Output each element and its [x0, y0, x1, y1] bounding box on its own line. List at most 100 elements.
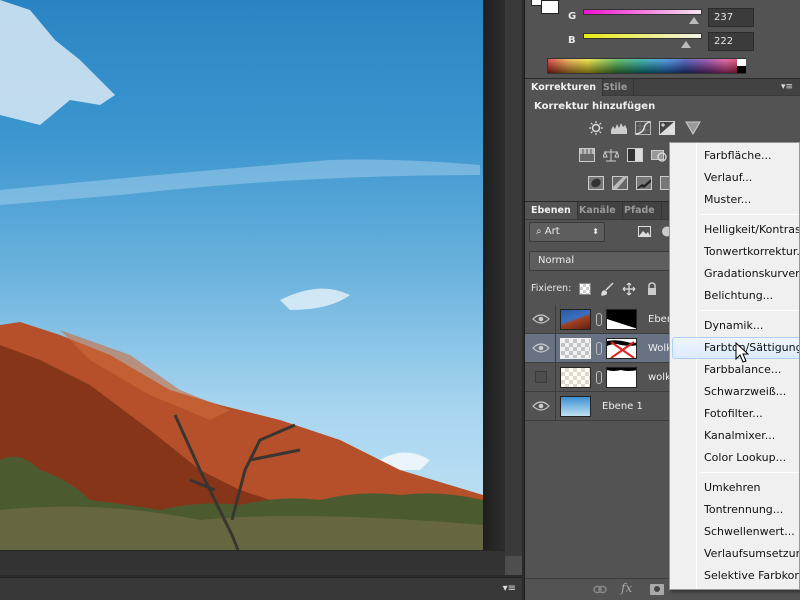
menu-item[interactable]: Schwarzweiß...	[672, 381, 799, 403]
layer-mask-thumbnail[interactable]	[606, 338, 637, 359]
menu-separator	[700, 214, 799, 215]
tab-ebenen[interactable]: Ebenen	[525, 202, 578, 219]
panel-menu-icon[interactable]: ▾≡	[781, 82, 793, 92]
fx-icon[interactable]: fx	[621, 581, 632, 595]
lock-move-icon[interactable]	[622, 282, 636, 296]
photo-filter-icon[interactable]	[651, 148, 667, 162]
eye-icon[interactable]	[530, 342, 552, 354]
menu-item[interactable]: Schwellenwert...	[672, 521, 799, 543]
tab-korrekturen[interactable]: Korrekturen	[525, 79, 604, 96]
stepper-icon: ⬍	[592, 227, 599, 236]
color-panel: G 237 B 222	[525, 0, 800, 78]
eye-icon[interactable]	[530, 313, 552, 325]
menu-item[interactable]: Farbfläche...	[672, 145, 799, 167]
lock-brush-icon[interactable]	[600, 282, 614, 296]
exposure-icon[interactable]	[659, 121, 675, 135]
menu-item[interactable]: Dynamik...	[672, 315, 799, 337]
eye-icon[interactable]	[530, 400, 552, 412]
menu-item[interactable]: Kanalmixer...	[672, 425, 799, 447]
link-icon[interactable]	[596, 313, 602, 326]
layer-thumbnail	[560, 309, 591, 330]
uluru-photo	[0, 0, 483, 550]
menu-item[interactable]: Belichtung...	[672, 285, 799, 307]
black-white-icon[interactable]	[627, 148, 643, 162]
brightness-contrast-icon[interactable]	[588, 121, 604, 135]
link-layers-icon[interactable]	[593, 585, 607, 594]
layers-footer: fx	[525, 578, 670, 600]
layer-name[interactable]: Ebene 1	[602, 392, 643, 421]
layer-thumbnail	[560, 396, 591, 417]
divider	[555, 305, 556, 334]
lock-all-icon[interactable]	[645, 282, 659, 296]
channel-value-b[interactable]: 222	[708, 32, 754, 51]
channel-label-b: B	[568, 35, 576, 46]
channel-value-g[interactable]: 237	[708, 8, 754, 27]
blend-mode-select[interactable]: Normal	[529, 251, 679, 271]
cloud	[280, 288, 350, 310]
layer-thumbnail	[560, 367, 591, 388]
menu-item[interactable]: Verlaufsumsetzung...	[672, 543, 799, 565]
link-icon[interactable]	[596, 342, 602, 355]
tab-pfade[interactable]: Pfade	[618, 202, 662, 219]
menu-item[interactable]: Umkehren	[672, 477, 799, 499]
threshold-icon[interactable]	[636, 176, 652, 190]
menu-separator	[700, 310, 799, 311]
layer-row[interactable]: Ebene 2	[525, 305, 689, 334]
menu-item[interactable]: Fotofilter...	[672, 403, 799, 425]
menu-item[interactable]: Muster...	[672, 189, 799, 211]
spectrum-black-white[interactable]	[737, 59, 746, 73]
panel-menu-icon[interactable]: ▾≡	[500, 584, 516, 594]
cloud	[0, 0, 115, 125]
layer-filter-kind-value: Art	[544, 226, 560, 237]
menu-item[interactable]: Tontrennung...	[672, 499, 799, 521]
canvas-shadow	[483, 0, 505, 560]
vertical-scrollbar-thumb[interactable]	[505, 556, 522, 575]
gradient-triangle-icon[interactable]	[685, 121, 701, 135]
layer-row[interactable]: wolken	[525, 363, 683, 392]
layer-row[interactable]: Ebene 1	[525, 392, 670, 421]
visibility-toggle-empty[interactable]	[535, 371, 547, 383]
layer-filter-kind-select[interactable]: ⌕ Art ⬍	[529, 222, 605, 242]
vibrance-icon[interactable]	[579, 148, 595, 162]
canvas-image[interactable]	[0, 0, 483, 550]
layer-row-selected[interactable]: Wolken	[525, 334, 684, 363]
channel-slider-g-thumb[interactable]	[689, 17, 699, 24]
filter-image-icon[interactable]	[638, 226, 651, 237]
channel-slider-b[interactable]	[583, 33, 702, 39]
mouse-cursor-icon	[735, 342, 750, 363]
divider	[555, 392, 556, 421]
document-canvas-area[interactable]	[0, 0, 522, 575]
bottom-panel-bar: ▾≡	[0, 577, 522, 600]
horizontal-scrollbar[interactable]	[0, 550, 505, 575]
color-balance-icon[interactable]	[603, 148, 619, 162]
color-spectrum[interactable]	[547, 58, 746, 74]
cloud-streak	[0, 159, 480, 205]
posterize-icon[interactable]	[612, 176, 628, 190]
divider	[555, 363, 556, 392]
add-mask-icon[interactable]	[650, 584, 664, 595]
menu-item[interactable]: Helligkeit/Kontrast...	[672, 219, 799, 241]
adjustments-title: Korrektur hinzufügen	[534, 101, 656, 112]
menu-item[interactable]: Tonwertkorrektur...	[672, 241, 799, 263]
link-icon[interactable]	[596, 371, 602, 384]
layer-mask-thumbnail[interactable]	[606, 309, 637, 330]
vertical-scrollbar[interactable]	[505, 0, 522, 575]
curves-icon[interactable]	[635, 121, 651, 135]
lock-transparency-icon[interactable]	[579, 283, 591, 295]
invert-icon[interactable]	[588, 176, 604, 190]
channel-slider-b-thumb[interactable]	[681, 41, 691, 48]
tab-stile[interactable]: Stile	[597, 79, 635, 96]
new-adjustment-layer-menu: Farbfläche... Verlauf... Muster... Helligke…	[669, 142, 800, 590]
layer-thumbnail	[560, 338, 591, 359]
divider	[555, 334, 556, 363]
channel-label-g: G	[568, 11, 577, 22]
menu-item[interactable]: Gradationskurven...	[672, 263, 799, 285]
background-color-swatch[interactable]	[541, 0, 559, 14]
menu-item[interactable]: Verlauf...	[672, 167, 799, 189]
menu-item[interactable]: Selektive Farbkorrektur...	[672, 565, 799, 587]
levels-icon[interactable]	[611, 121, 627, 135]
menu-item[interactable]: Color Lookup...	[672, 447, 799, 469]
tab-kanaele[interactable]: Kanäle	[573, 202, 623, 219]
channel-slider-g[interactable]	[583, 9, 702, 15]
layer-mask-thumbnail[interactable]	[606, 367, 637, 388]
